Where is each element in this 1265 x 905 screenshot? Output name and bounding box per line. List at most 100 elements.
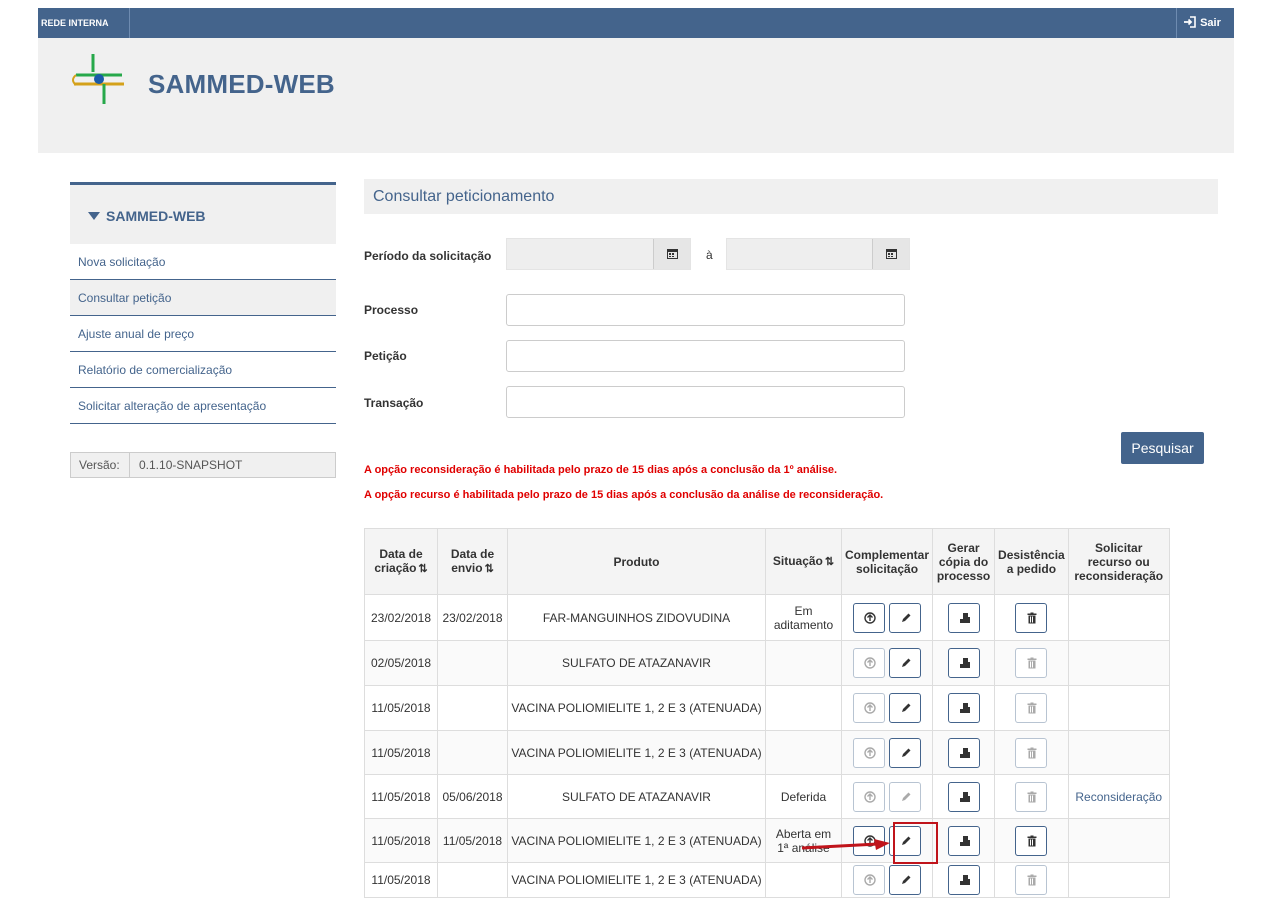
table-row: 11/05/2018 VACINA POLIOMIELITE 1, 2 E 3 (… (364, 862, 1170, 898)
upload-button[interactable] (853, 648, 886, 678)
transaction-label: Transação (364, 396, 424, 410)
version-label: Versão: (71, 453, 130, 477)
edit-button[interactable] (889, 693, 922, 723)
edit-button[interactable] (889, 737, 922, 768)
edit-button[interactable] (889, 781, 922, 812)
sidebar-item-alteracao-apresentacao[interactable]: Solicitar alteração de apresentação (70, 388, 336, 424)
cell-status (765, 640, 842, 686)
cell-complement (840, 640, 934, 686)
trash-icon (1027, 835, 1037, 846)
reconsideration-link[interactable]: Reconsideração (1075, 790, 1162, 804)
copy-process-button[interactable] (947, 648, 980, 678)
cell-sent: 11/05/2018 (437, 818, 508, 863)
transaction-input[interactable] (506, 386, 905, 418)
version-value: 0.1.10-SNAPSHOT (139, 458, 243, 472)
exit-button[interactable]: Sair (1176, 8, 1234, 38)
pencil-icon (902, 658, 911, 667)
cell-withdraw (994, 594, 1069, 641)
process-label: Processo (364, 303, 419, 317)
sort-icon[interactable]: ⇅ (418, 563, 427, 575)
upload-icon (864, 657, 876, 669)
withdraw-button[interactable] (1015, 602, 1048, 633)
edit-button[interactable] (889, 865, 922, 895)
copy-process-button[interactable] (947, 602, 980, 633)
col-created[interactable]: Data de criação ⇅ (364, 528, 438, 595)
period-start-field[interactable] (506, 238, 691, 270)
col-product: Produto (507, 528, 766, 595)
petition-input[interactable] (506, 340, 905, 372)
upload-icon (864, 702, 876, 714)
cell-sent: 23/02/2018 (437, 594, 508, 641)
calendar-icon (886, 249, 897, 259)
sidebar-title: SAMMED-WEB (106, 208, 206, 224)
trash-icon (1027, 657, 1037, 669)
col-sent[interactable]: Data de envio ⇅ (437, 528, 508, 595)
copy-process-button[interactable] (947, 781, 980, 812)
copy-process-button[interactable] (947, 825, 980, 856)
cell-sent (437, 685, 508, 731)
upload-button[interactable] (853, 737, 886, 768)
withdraw-button[interactable] (1015, 648, 1048, 678)
table-row: 11/05/2018 11/05/2018 VACINA POLIOMIELITE … (364, 818, 1170, 863)
withdraw-button[interactable] (1015, 865, 1048, 895)
appeal-note: A opção recurso é habilitada pelo prazo … (364, 489, 884, 501)
sidebar-item-relatorio[interactable]: Relatório de comercialização (70, 352, 336, 388)
pencil-icon (902, 792, 911, 801)
sammed-logo (72, 54, 124, 104)
period-end-field[interactable] (726, 238, 910, 270)
cell-withdraw (994, 818, 1069, 863)
trash-icon (1027, 612, 1037, 623)
edit-button[interactable] (889, 648, 922, 678)
upload-button[interactable] (853, 865, 886, 895)
cell-product: FAR-MANGUINHOS ZIDOVUDINA (507, 594, 766, 641)
upload-icon (864, 790, 876, 803)
copy-process-button[interactable] (947, 693, 980, 723)
cell-appeal (1067, 594, 1170, 641)
cell-withdraw (994, 862, 1069, 898)
sidebar-header[interactable]: SAMMED-WEB (70, 182, 336, 244)
cell-withdraw (994, 640, 1069, 686)
cell-product: VACINA POLIOMIELITE 1, 2 E 3 (ATENUADA) (507, 685, 766, 731)
copy-process-icon (959, 791, 970, 802)
sidebar-item-consultar-peticao[interactable]: Consultar petição (70, 280, 336, 316)
upload-button[interactable] (853, 602, 886, 633)
cell-status (765, 730, 842, 775)
pencil-icon (902, 875, 911, 884)
cell-product: SULFATO DE ATAZANAVIR (507, 640, 766, 686)
withdraw-button[interactable] (1015, 825, 1048, 856)
edit-button[interactable] (889, 602, 922, 633)
withdraw-button[interactable] (1015, 693, 1048, 723)
withdraw-button[interactable] (1015, 781, 1048, 812)
sort-icon[interactable]: ⇅ (825, 556, 834, 568)
copy-process-icon (959, 747, 970, 758)
table-row: 02/05/2018 SULFATO DE ATAZANAVIR (364, 640, 1170, 686)
network-label: REDE INTERNA (38, 8, 130, 38)
cell-complement (840, 862, 934, 898)
cell-status (765, 685, 842, 731)
upload-button[interactable] (853, 781, 886, 812)
col-status[interactable]: Situação ⇅ (765, 528, 842, 595)
process-input[interactable] (506, 294, 905, 326)
pencil-icon (902, 703, 911, 712)
sidebar-item-ajuste-anual[interactable]: Ajuste anual de preço (70, 316, 336, 352)
sort-icon[interactable]: ⇅ (485, 563, 494, 575)
cell-product: VACINA POLIOMIELITE 1, 2 E 3 (ATENUADA) (507, 818, 766, 863)
upload-button[interactable] (853, 693, 886, 723)
copy-process-button[interactable] (947, 865, 980, 895)
period-end-calendar-button[interactable] (872, 239, 909, 269)
table-header-row: Data de criação ⇅ Data de envio ⇅ Produto Si… (364, 528, 1170, 595)
table-row: 11/05/2018 VACINA POLIOMIELITE 1, 2 E 3 (… (364, 685, 1170, 731)
cell-sent (437, 640, 508, 686)
period-start-calendar-button[interactable] (653, 239, 690, 269)
cell-status: Em aditamento (765, 594, 842, 641)
petitions-table: Data de criação ⇅ Data de envio ⇅ Produto Si… (364, 528, 1170, 898)
cell-appeal (1067, 685, 1170, 731)
copy-process-icon (959, 835, 970, 846)
sidebar-item-nova-solicitacao[interactable]: Nova solicitação (70, 244, 336, 280)
search-button[interactable]: Pesquisar (1121, 432, 1204, 464)
cell-sent (437, 730, 508, 775)
cell-appeal (1067, 730, 1170, 775)
withdraw-button[interactable] (1015, 737, 1048, 768)
version-box: Versão: 0.1.10-SNAPSHOT (70, 452, 336, 478)
copy-process-button[interactable] (947, 737, 980, 768)
